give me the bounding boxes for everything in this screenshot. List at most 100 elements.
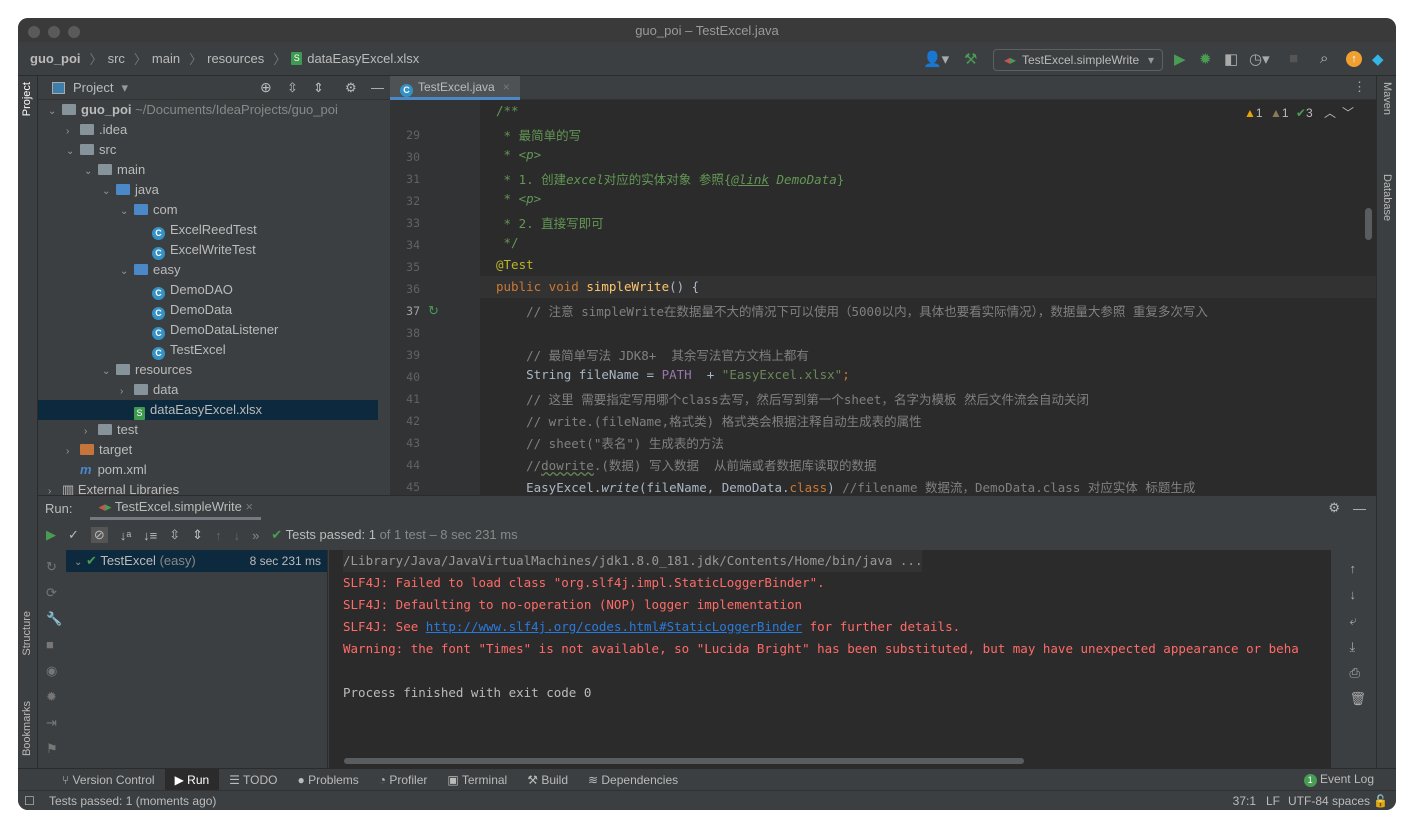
expand-arrow-icon[interactable]: › [66, 442, 80, 462]
code-line[interactable]: String fileName = PATH + "EasyExcel.xlsx… [496, 367, 850, 382]
tab-dependencies[interactable]: ≋ Dependencies [578, 769, 688, 791]
collapse-all-icon[interactable]: ⇕ [192, 527, 203, 543]
code-line[interactable]: // write.(fileName,格式类) 格式类会根据注释自动生成表的属性 [496, 411, 922, 430]
tab-profiler[interactable]: ◔ Profiler [369, 769, 438, 791]
event-log-button[interactable]: 1 Event Log [1303, 772, 1374, 787]
show-passed-icon[interactable]: ✓ [68, 527, 79, 543]
expand-arrow-icon[interactable]: ⌄ [48, 102, 62, 122]
tree-item[interactable]: ⌄ resources [38, 360, 378, 380]
rerun-icon[interactable]: ▶ [46, 527, 56, 543]
code-line[interactable]: */ [496, 235, 519, 250]
expand-all-icon[interactable]: ⇳ [169, 527, 180, 543]
maximize-window-button[interactable] [68, 26, 80, 38]
build-hammer-icon[interactable]: ⚒ [964, 50, 977, 68]
expand-arrow-icon[interactable]: ⌄ [120, 262, 134, 282]
tree-item[interactable]: C DemoDataListener [38, 320, 378, 340]
pin-icon[interactable]: ⚑ [46, 736, 62, 762]
crumb-resources[interactable]: resources [207, 51, 264, 66]
tab-run[interactable]: ▶ Run [164, 768, 220, 791]
lock-icon[interactable]: 🔓 [1373, 791, 1388, 810]
caret-position[interactable]: 37:1 [1233, 791, 1256, 810]
code-line[interactable]: public void simpleWrite() { [496, 279, 699, 294]
code-line[interactable]: * 1. 创建excel对应的实体对象 参照{@link DemoData} [496, 169, 845, 188]
tree-item[interactable]: › test [38, 420, 378, 440]
tree-item[interactable]: ⌄ src [38, 140, 378, 160]
tab-version-control[interactable]: ⑂ Version Control [52, 769, 165, 791]
wrench-icon[interactable]: 🔧 [46, 606, 62, 632]
collapse-all-icon[interactable]: ⇕ [313, 80, 324, 96]
expand-arrow-icon[interactable]: ⌄ [120, 202, 134, 222]
close-tab-icon[interactable]: × [245, 499, 253, 514]
code-line[interactable]: @Test [496, 257, 534, 272]
stop-icon[interactable]: ■ [46, 632, 62, 658]
code-line[interactable]: //dowrite.(数据) 写入数据 从前端或者数据库读取的数据 [496, 455, 876, 474]
tab-testexcel-java[interactable]: C TestExcel.java × [390, 76, 520, 100]
run-test-gutter-icon[interactable]: ↻ [428, 303, 439, 319]
code-line[interactable]: * 2. 直接写即可 [496, 213, 604, 232]
editor-scrollbar[interactable] [1365, 208, 1372, 240]
tree-item[interactable]: › .idea [38, 120, 378, 140]
code-line[interactable]: // 最简单写法 JDK8+ 其余写法官方文档上都有 [496, 345, 809, 364]
prev-highlight-icon[interactable]: ︿ [1324, 106, 1336, 120]
search-icon[interactable]: ⌕ [1320, 50, 1328, 67]
indent-setting[interactable]: 4 spaces [1322, 791, 1370, 810]
tree-item[interactable]: ⌄ main [38, 160, 378, 180]
maven-tool-button[interactable]: Maven [1381, 82, 1393, 115]
stop-icon[interactable]: ■ [1289, 50, 1298, 67]
soft-wrap-icon[interactable]: ⤶ [1349, 608, 1366, 634]
code-line[interactable]: // 注意 simpleWrite在数据量不大的情况下可以使用（5000以内，具… [496, 301, 1208, 320]
tab-terminal[interactable]: ▣ Terminal [437, 769, 517, 791]
scroll-down-icon[interactable]: ↓ [1349, 582, 1366, 608]
toggle-autotest-icon[interactable]: ⟳ [46, 580, 62, 606]
sort-duration-icon[interactable]: ↓≡ [143, 528, 157, 543]
code-line[interactable]: // 这里 需要指定写用哪个class去写，然后写到第一个sheet，名字为模板… [496, 389, 1089, 408]
console-h-scrollbar[interactable] [344, 758, 1024, 764]
tree-item[interactable]: C ExcelWriteTest [38, 240, 378, 260]
debug-icon[interactable]: ✹ [46, 684, 62, 710]
print-icon[interactable]: ⎙ [1349, 660, 1366, 686]
tree-item[interactable]: ⌄ com [38, 200, 378, 220]
crumb-main[interactable]: main [152, 51, 180, 66]
project-tool-button[interactable]: Project [21, 82, 33, 116]
next-test-icon[interactable]: ↓ [234, 528, 241, 543]
tree-item[interactable]: › target [38, 440, 378, 460]
tab-problems[interactable]: ● Problems [288, 769, 369, 791]
project-view-select[interactable]: Project [73, 80, 113, 95]
tree-item[interactable]: ⌄ easy [38, 260, 378, 280]
prev-test-icon[interactable]: ↑ [215, 528, 222, 543]
console-output[interactable]: /Library/Java/JavaVirtualMachines/jdk1.8… [329, 550, 1331, 769]
console-link[interactable]: http://www.slf4j.org/codes.html#StaticLo… [426, 619, 802, 634]
tree-item[interactable]: › data [38, 380, 378, 400]
toolbox-logo-icon[interactable]: ◆ [1372, 50, 1384, 68]
expand-arrow-icon[interactable]: ⌄ [66, 142, 80, 162]
sort-alpha-icon[interactable]: ↓ᵃ [120, 528, 131, 543]
hide-panel-icon[interactable]: — [371, 80, 384, 95]
expand-all-icon[interactable]: ⇳ [287, 80, 298, 96]
show-ignored-icon[interactable]: ⊘ [90, 527, 108, 543]
expand-arrow-icon[interactable]: ⌄ [102, 182, 116, 202]
bookmarks-tool-button[interactable]: Bookmarks [21, 701, 33, 756]
expand-arrow-icon[interactable]: › [66, 122, 80, 142]
tree-item[interactable]: C TestExcel [38, 340, 378, 360]
exit-icon[interactable]: ⇥ [46, 710, 62, 736]
minimize-window-button[interactable] [48, 26, 60, 38]
run-tab[interactable]: ◂▸ TestExcel.simpleWrite × [90, 496, 262, 520]
run-configuration-select[interactable]: ◂ ▸ TestExcel.simpleWrite ▾ [993, 49, 1163, 71]
scroll-up-icon[interactable]: ↑ [1349, 556, 1366, 582]
more-icon[interactable]: ⋮ [1353, 79, 1366, 95]
file-encoding[interactable]: UTF-8 [1288, 791, 1322, 810]
tree-item[interactable]: SdataEasyExcel.xlsx [38, 400, 378, 420]
close-window-button[interactable] [28, 26, 40, 38]
expand-arrow-icon[interactable]: ⌄ [84, 162, 98, 182]
camera-icon[interactable]: ◉ [46, 658, 62, 684]
next-highlight-icon[interactable]: ﹀ [1342, 106, 1354, 120]
tree-item[interactable]: ⌄ java [38, 180, 378, 200]
tree-item[interactable]: C ExcelReedTest [38, 220, 378, 240]
structure-tool-button[interactable]: Structure [21, 611, 33, 656]
tree-item[interactable]: C DemoData [38, 300, 378, 320]
crumb-project[interactable]: guo_poi [30, 51, 81, 66]
code-line[interactable]: /** [496, 103, 519, 118]
close-tab-icon[interactable]: × [503, 80, 510, 94]
test-row[interactable]: ⌄ ✔ TestExcel (easy) 8 sec 231 ms [66, 550, 327, 572]
scroll-to-end-icon[interactable]: ⤓ [1349, 634, 1366, 660]
